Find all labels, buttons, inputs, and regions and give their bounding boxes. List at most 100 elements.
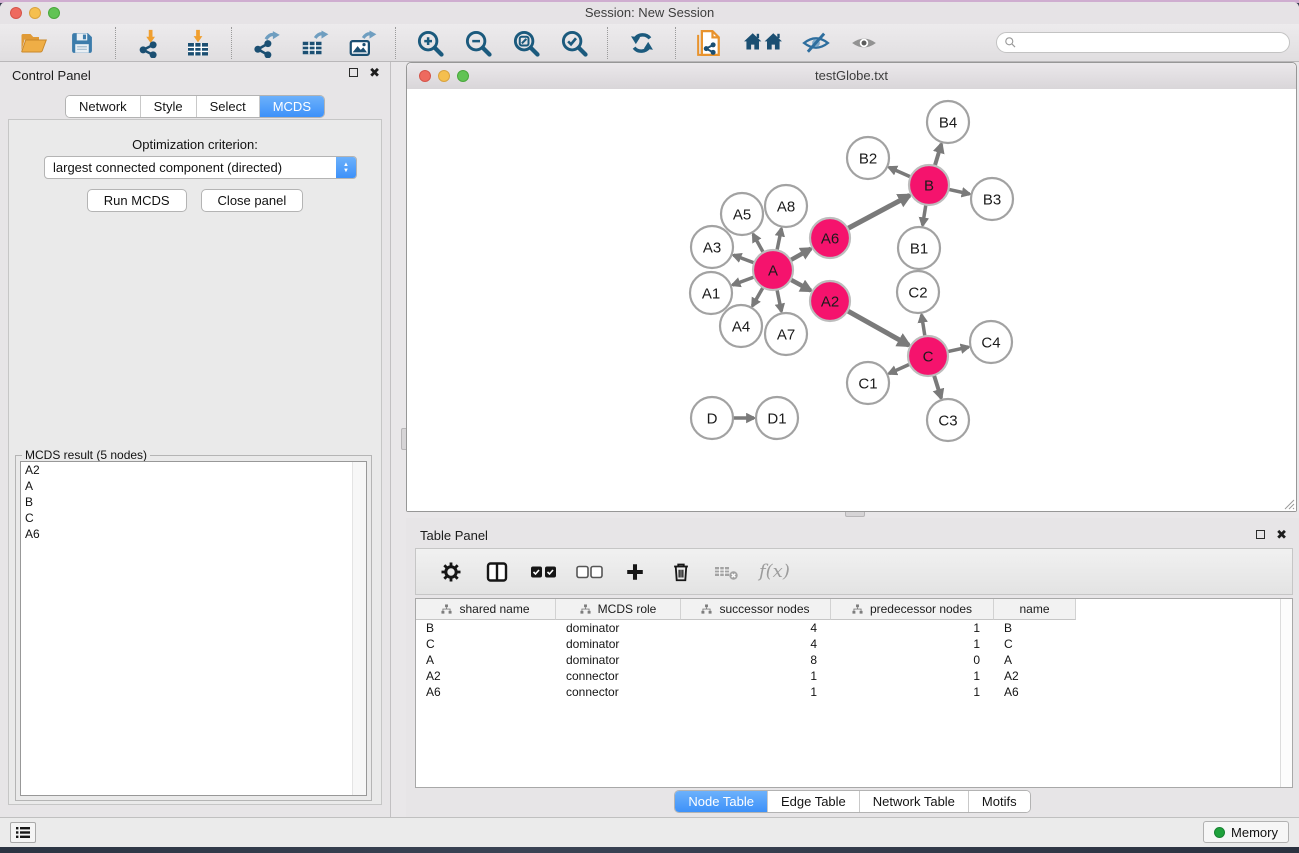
show-column-button[interactable] [483, 558, 511, 586]
graph-edge-C-C3[interactable] [933, 373, 941, 398]
graph-node-label-C4: C4 [981, 334, 1000, 351]
tab-edge-table[interactable]: Edge Table [767, 791, 859, 812]
delete-columns-button[interactable] [667, 558, 695, 586]
graph-edge-A-A8[interactable] [777, 229, 782, 253]
import-table-button[interactable] [181, 27, 215, 59]
column-header-MCDS-role[interactable]: MCDS role [556, 599, 681, 620]
apply-layout-button[interactable] [625, 27, 659, 59]
open-session-button[interactable] [17, 27, 51, 59]
table-scrollbar[interactable] [1280, 599, 1292, 787]
graph-edge-A-A7[interactable] [777, 288, 782, 312]
export-table-button[interactable] [297, 27, 331, 59]
graph-edge-B-B4[interactable] [934, 144, 941, 168]
graph-edge-C-C1[interactable] [889, 363, 912, 373]
mcds-result-item[interactable]: C [21, 510, 366, 526]
column-header-name[interactable]: name [994, 599, 1076, 620]
column-header-successor-nodes[interactable]: successor nodes [681, 599, 831, 620]
column-header-predecessor-nodes[interactable]: predecessor nodes [831, 599, 994, 620]
graph-node-label-A: A [768, 262, 778, 279]
mcds-result-legend: MCDS result (5 nodes) [22, 448, 150, 462]
memory-button[interactable]: Memory [1203, 821, 1289, 843]
search-input[interactable] [1022, 34, 1289, 52]
float-table-panel-icon[interactable] [1256, 530, 1265, 539]
unselect-all-columns-button[interactable] [575, 558, 603, 586]
graph-node-label-B2: B2 [859, 150, 877, 167]
reset-view-button[interactable] [741, 27, 785, 59]
mcds-result-item[interactable]: A6 [21, 526, 366, 542]
graph-edge-A-A4[interactable] [752, 286, 764, 306]
tab-node-table[interactable]: Node Table [675, 791, 767, 812]
zoom-fit-button[interactable] [509, 27, 543, 59]
graph-node-label-C3: C3 [938, 412, 957, 429]
graph-edge-A-A2[interactable] [789, 279, 811, 291]
function-builder-button[interactable]: f(x) [759, 561, 790, 582]
table-row[interactable]: A2connector11A2 [416, 668, 1292, 684]
select-all-columns-button[interactable] [529, 558, 557, 586]
refresh-icon [628, 29, 656, 57]
session-title: Session: New Session [0, 5, 1299, 20]
mcds-result-item[interactable]: A [21, 478, 366, 494]
delete-table-button[interactable] [713, 558, 741, 586]
show-graphics-details-button[interactable] [847, 27, 881, 59]
task-history-button[interactable] [10, 822, 36, 843]
graph-edge-A-A3[interactable] [734, 255, 757, 264]
column-header-shared-name[interactable]: shared name [416, 599, 556, 620]
table-row[interactable]: Adominator80A [416, 652, 1292, 668]
close-panel-icon[interactable]: ✖ [369, 68, 380, 77]
main-window: Session: New Session [0, 2, 1299, 847]
graph-edge-B-B3[interactable] [947, 189, 970, 194]
result-list-scrollbar[interactable] [352, 462, 366, 795]
network-graph[interactable]: B4B2BB3A8A5A6A3B1AA1C2A2A4A7C4CC1C3DD1 [407, 89, 1296, 511]
new-network-from-selection-button[interactable] [693, 27, 727, 59]
search-icon [1004, 36, 1017, 49]
graph-edge-A-A5[interactable] [753, 234, 764, 254]
network-canvas[interactable]: B4B2BB3A8A5A6A3B1AA1C2A2A4A7C4CC1C3DD1 [407, 89, 1296, 511]
mcds-result-list[interactable]: A2ABCA6 [20, 461, 367, 796]
resize-grip-icon[interactable] [1281, 496, 1295, 510]
export-image-button[interactable] [345, 27, 379, 59]
export-network-button[interactable] [249, 27, 283, 59]
run-mcds-button[interactable]: Run MCDS [87, 189, 187, 212]
tab-network[interactable]: Network [66, 96, 140, 117]
table-cell: dominator [556, 621, 681, 635]
optimization-criterion-select[interactable]: largest connected component (directed) ▲… [44, 156, 357, 179]
export-network-icon [251, 28, 281, 58]
zoom-selected-button[interactable] [557, 27, 591, 59]
table-cell: C [416, 637, 556, 651]
table-row[interactable]: A6connector11A6 [416, 684, 1292, 700]
float-panel-icon[interactable] [349, 68, 358, 77]
import-table-icon [183, 28, 213, 58]
save-session-button[interactable] [65, 27, 99, 59]
tab-style[interactable]: Style [140, 96, 196, 117]
zoom-out-button[interactable] [461, 27, 495, 59]
close-table-panel-icon[interactable]: ✖ [1276, 530, 1287, 539]
close-panel-button[interactable]: Close panel [201, 189, 304, 212]
import-network-button[interactable] [133, 27, 167, 59]
graph-edge-A-A1[interactable] [733, 276, 757, 285]
mcds-result-item[interactable]: B [21, 494, 366, 510]
tab-network-table[interactable]: Network Table [859, 791, 968, 812]
network-window-titlebar: testGlobe.txt [407, 63, 1296, 90]
tab-select[interactable]: Select [196, 96, 259, 117]
zoom-in-button[interactable] [413, 27, 447, 59]
graph-edge-B-B2[interactable] [889, 167, 913, 177]
graph-edge-C-C4[interactable] [946, 347, 969, 352]
graph-edge-C-C2[interactable] [922, 315, 926, 338]
graph-edge-A2-C[interactable] [846, 310, 909, 345]
tab-mcds[interactable]: MCDS [259, 96, 324, 117]
mcds-result-item[interactable]: A2 [21, 462, 366, 478]
table-row[interactable]: Cdominator41C [416, 636, 1292, 652]
graph-edge-A6-B[interactable] [846, 195, 910, 229]
plus-icon [624, 561, 646, 583]
graph-edge-A-A6[interactable] [789, 249, 811, 261]
node-table: shared nameMCDS rolesuccessor nodesprede… [415, 598, 1293, 788]
search-box [996, 32, 1290, 53]
create-new-column-button[interactable] [621, 558, 649, 586]
hide-graphics-details-button[interactable] [799, 27, 833, 59]
tab-motifs[interactable]: Motifs [968, 791, 1030, 812]
table-cell: dominator [556, 653, 681, 667]
control-panel-title: Control Panel [12, 68, 91, 83]
table-row[interactable]: Bdominator41B [416, 620, 1292, 636]
table-settings-button[interactable] [437, 558, 465, 586]
graph-edge-B-B1[interactable] [923, 203, 927, 226]
